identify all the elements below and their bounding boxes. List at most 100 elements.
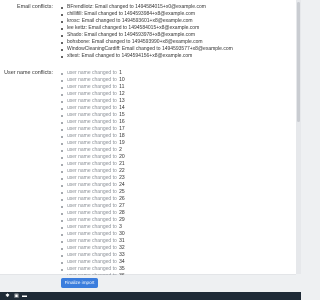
shopping-bag-icon[interactable]: ▣ xyxy=(14,293,19,299)
user-name-conflict-value: 3 xyxy=(119,224,122,230)
user-name-conflict-prefix: user name changed to xyxy=(67,98,117,104)
user-name-conflicts-list: user name changed to 1 user name changed … xyxy=(61,70,291,280)
user-name-conflict-value: 26 xyxy=(119,196,125,202)
user-name-conflict-item: user name changed to 25 xyxy=(61,189,291,196)
user-name-conflict-item: user name changed to 30 xyxy=(61,231,291,238)
user-name-conflict-value: 19 xyxy=(119,140,125,146)
user-name-conflict-value: 24 xyxy=(119,182,125,188)
user-name-conflict-prefix: user name changed to xyxy=(67,154,117,160)
user-name-conflict-item: user name changed to 2 xyxy=(61,147,291,154)
user-name-conflict-prefix: user name changed to xyxy=(67,168,117,174)
user-name-conflict-prefix: user name changed to xyxy=(67,196,117,202)
user-name-conflict-value: 35 xyxy=(119,266,125,272)
user-name-conflict-item: user name changed to 16 xyxy=(61,119,291,126)
user-name-conflict-value: 12 xyxy=(119,91,125,97)
user-name-conflict-value: 33 xyxy=(119,252,125,258)
user-name-conflict-value: 30 xyxy=(119,231,125,237)
user-name-conflict-item: user name changed to 12 xyxy=(61,91,291,98)
user-name-conflict-prefix: user name changed to xyxy=(67,175,117,181)
user-name-conflict-value: 31 xyxy=(119,238,125,244)
user-name-conflict-value: 17 xyxy=(119,126,125,132)
user-name-conflict-item: user name changed to 20 xyxy=(61,154,291,161)
user-name-conflict-value: 1 xyxy=(119,70,122,76)
user-name-conflict-item: user name changed to 1 xyxy=(61,70,291,77)
email-conflict-item: WindowCleaningCardiff: Email changed to … xyxy=(61,46,291,53)
email-conflicts-list: BFrendliotz: Email changed to 1494584015… xyxy=(61,4,291,60)
user-name-conflict-item: user name changed to 29 xyxy=(61,217,291,224)
email-conflict-item: lee kettz: Email changed to 1494584015+x… xyxy=(61,25,291,32)
user-name-conflict-item: user name changed to 21 xyxy=(61,161,291,168)
user-name-conflict-value: 28 xyxy=(119,210,125,216)
user-name-conflict-value: 20 xyxy=(119,154,125,160)
user-name-conflict-item: user name changed to 32 xyxy=(61,245,291,252)
user-name-conflict-prefix: user name changed to xyxy=(67,161,117,167)
user-name-conflict-prefix: user name changed to xyxy=(67,112,117,118)
user-name-conflict-value: 14 xyxy=(119,105,125,111)
user-name-conflict-prefix: user name changed to xyxy=(67,245,117,251)
email-conflict-item: BFrendliotz: Email changed to 1494584015… xyxy=(61,4,291,11)
user-name-conflict-item: user name changed to 24 xyxy=(61,182,291,189)
user-name-conflict-prefix: user name changed to xyxy=(67,105,117,111)
user-name-conflict-item: user name changed to 19 xyxy=(61,140,291,147)
user-name-conflict-item: user name changed to 23 xyxy=(61,175,291,182)
user-name-conflict-item: user name changed to 31 xyxy=(61,238,291,245)
user-name-conflict-value: 29 xyxy=(119,217,125,223)
user-name-conflict-item: user name changed to 14 xyxy=(61,105,291,112)
user-name-conflict-item: user name changed to 10 xyxy=(61,77,291,84)
email-conflict-item: chillifill: Email changed to 1494593984+… xyxy=(61,11,291,18)
user-name-conflict-value: 21 xyxy=(119,161,125,167)
email-conflict-item: bohsbone: Email changed to 1494593990+x8… xyxy=(61,39,291,46)
user-name-conflict-value: 27 xyxy=(119,203,125,209)
import-results-panel: Email conflicts: BFrendliotz: Email chan… xyxy=(0,0,296,279)
user-name-conflict-item: user name changed to 26 xyxy=(61,196,291,203)
user-name-conflict-item: user name changed to 3 xyxy=(61,224,291,231)
user-name-conflict-prefix: user name changed to xyxy=(67,259,117,265)
user-name-conflict-value: 22 xyxy=(119,168,125,174)
user-name-conflict-item: user name changed to 17 xyxy=(61,126,291,133)
user-name-conflict-prefix: user name changed to xyxy=(67,203,117,209)
user-name-conflict-prefix: user name changed to xyxy=(67,217,117,223)
finalize-import-button[interactable]: Finalize import xyxy=(61,278,98,288)
user-name-conflict-value: 13 xyxy=(119,98,125,104)
user-name-conflict-item: user name changed to 11 xyxy=(61,84,291,91)
user-name-conflict-prefix: user name changed to xyxy=(67,133,117,139)
user-name-conflict-prefix: user name changed to xyxy=(67,224,117,230)
user-name-conflict-prefix: user name changed to xyxy=(67,182,117,188)
email-conflict-item: xltest: Email changed to 1494594156+x8@e… xyxy=(61,53,291,60)
user-name-conflict-value: 18 xyxy=(119,133,125,139)
user-name-conflict-item: user name changed to 13 xyxy=(61,98,291,105)
user-name-conflict-prefix: user name changed to xyxy=(67,91,117,97)
email-conflict-item: Shado: Email changed to 1494593978+x8@ex… xyxy=(61,32,291,39)
user-name-conflict-prefix: user name changed to xyxy=(67,119,117,125)
user-name-conflict-item: user name changed to 35 xyxy=(61,266,291,273)
user-name-conflict-prefix: user name changed to xyxy=(67,252,117,258)
user-name-conflict-value: 25 xyxy=(119,189,125,195)
user-name-conflict-value: 15 xyxy=(119,112,125,118)
vertical-scrollbar[interactable] xyxy=(296,0,301,274)
user-name-conflict-value: 34 xyxy=(119,259,125,265)
user-name-conflict-item: user name changed to 33 xyxy=(61,252,291,259)
user-name-conflict-value: 32 xyxy=(119,245,125,251)
scrollbar-thumb[interactable] xyxy=(297,2,300,122)
email-conflict-item: krosc: Email changed to 1494593601+x8@ex… xyxy=(61,18,291,25)
folder-icon[interactable]: ▬ xyxy=(22,293,27,299)
user-name-conflict-prefix: user name changed to xyxy=(67,238,117,244)
user-name-conflict-value: 2 xyxy=(119,147,122,153)
user-name-conflict-item: user name changed to 18 xyxy=(61,133,291,140)
user-name-conflict-item: user name changed to 27 xyxy=(61,203,291,210)
user-name-conflict-value: 10 xyxy=(119,77,125,83)
user-name-conflict-prefix: user name changed to xyxy=(67,70,117,76)
ant-icon[interactable]: ✱ xyxy=(5,293,10,299)
user-name-conflict-prefix: user name changed to xyxy=(67,84,117,90)
user-name-conflict-item: user name changed to 15 xyxy=(61,112,291,119)
user-name-conflict-prefix: user name changed to xyxy=(67,266,117,272)
user-name-conflict-value: 16 xyxy=(119,119,125,125)
user-name-conflict-prefix: user name changed to xyxy=(67,140,117,146)
email-conflicts-label: Email conflicts: xyxy=(17,4,53,10)
user-name-conflict-item: user name changed to 28 xyxy=(61,210,291,217)
user-name-conflict-prefix: user name changed to xyxy=(67,189,117,195)
user-name-conflict-prefix: user name changed to xyxy=(67,147,117,153)
user-name-conflict-item: user name changed to 34 xyxy=(61,259,291,266)
user-name-conflict-item: user name changed to 22 xyxy=(61,168,291,175)
user-name-conflict-value: 23 xyxy=(119,175,125,181)
